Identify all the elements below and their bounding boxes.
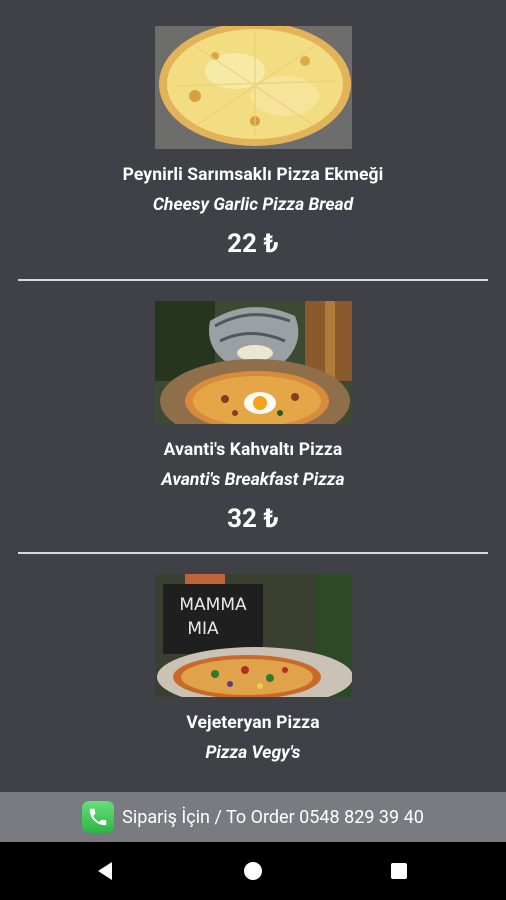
breakfast-pizza-photo	[155, 301, 352, 424]
menu-item[interactable]: MAMMA MIA Vejeteryan Pizza Pizza Vegy's	[0, 554, 506, 792]
phone-icon	[82, 801, 115, 833]
home-icon[interactable]	[223, 842, 283, 900]
sign-line-1: MAMMA	[179, 595, 247, 615]
menu-item[interactable]: Peynirli Sarımsaklı Pizza Ekmeği Cheesy …	[0, 0, 506, 280]
back-icon[interactable]	[75, 842, 135, 900]
item-name-english: Avanti's Breakfast Pizza	[161, 470, 345, 490]
item-name-turkish: Vejeteryan Pizza	[186, 713, 320, 733]
recents-icon[interactable]	[369, 842, 429, 900]
item-price: 22 ₺	[227, 229, 279, 259]
item-name-turkish: Peynirli Sarımsaklı Pizza Ekmeği	[122, 165, 384, 185]
sign-line-2: MIA	[187, 619, 219, 639]
item-name-turkish: Avanti's Kahvaltı Pizza	[163, 440, 343, 460]
cheesy-garlic-bread-photo	[155, 26, 352, 149]
order-call-bar[interactable]: Sipariş İçin / To Order 0548 829 39 40	[0, 792, 506, 842]
item-name-english: Pizza Vegy's	[205, 743, 301, 763]
item-price: 32 ₺	[227, 504, 279, 534]
menu-list[interactable]: Peynirli Sarımsaklı Pizza Ekmeği Cheesy …	[0, 0, 506, 792]
order-phone-text[interactable]: Sipariş İçin / To Order 0548 829 39 40	[122, 807, 424, 828]
system-nav-bar	[0, 842, 506, 900]
item-name-english: Cheesy Garlic Pizza Bread	[152, 195, 354, 215]
menu-item[interactable]: Avanti's Kahvaltı Pizza Avanti's Breakfa…	[0, 281, 506, 553]
vegetarian-pizza-photo: MAMMA MIA	[155, 574, 352, 697]
